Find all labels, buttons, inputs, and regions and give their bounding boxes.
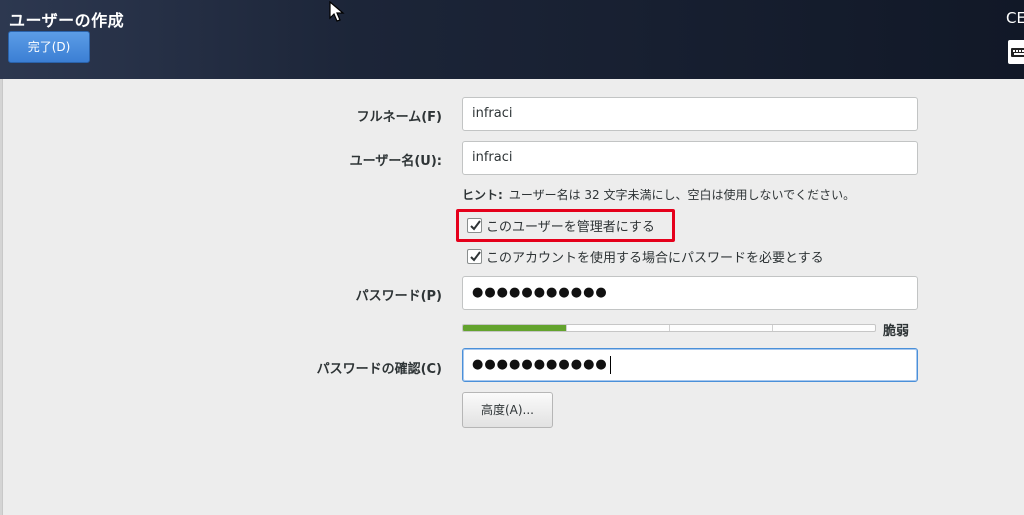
hint-text: ユーザー名は 32 文字未満にし、空白は使用しないでください。 [508, 188, 856, 202]
header-right-text: CE [1006, 9, 1024, 27]
username-input[interactable]: infraci [462, 141, 918, 175]
require-password-checkbox[interactable] [467, 248, 482, 264]
text-caret [609, 355, 611, 374]
advanced-button[interactable]: 高度(A)... [462, 392, 553, 428]
username-value: infraci [472, 150, 513, 165]
checkmark-icon [470, 250, 481, 262]
require-password-checkbox-label: このアカウントを使用する場合にパスワードを必要とする [486, 250, 824, 266]
highlight-box [456, 209, 675, 242]
strength-divider [772, 325, 773, 331]
create-user-window: ユーザーの作成 完了(D) CE フルネーム(F) infraci ユーザー名(… [0, 0, 1024, 515]
strength-divider [669, 325, 670, 331]
confirm-password-value: ●●●●●●●●●●● [472, 357, 608, 372]
hint-label: ヒント: [462, 188, 503, 202]
confirm-password-input[interactable]: ●●●●●●●●●●● [462, 348, 918, 382]
fullname-value: infraci [472, 106, 513, 121]
header-bar: ユーザーの作成 完了(D) CE [0, 0, 1024, 79]
require-password-checkbox-row[interactable]: このアカウントを使用する場合にパスワードを必要とする [467, 246, 824, 266]
confirm-password-label: パスワードの確認(C) [316, 362, 442, 377]
password-strength-fill [463, 325, 566, 331]
left-edge [0, 79, 3, 515]
mouse-pointer-icon [329, 1, 345, 22]
fullname-label: フルネーム(F) [356, 110, 442, 125]
keyboard-icon[interactable] [1008, 40, 1024, 64]
strength-divider [566, 325, 567, 331]
password-strength-label: 脆弱 [883, 324, 910, 339]
done-button[interactable]: 完了(D) [8, 31, 90, 63]
username-label: ユーザー名(U): [349, 154, 442, 169]
password-value: ●●●●●●●●●●● [472, 285, 608, 300]
password-label: パスワード(P) [355, 289, 442, 304]
password-input[interactable]: ●●●●●●●●●●● [462, 276, 918, 310]
username-hint: ヒント: ユーザー名は 32 文字未満にし、空白は使用しないでください。 [462, 186, 855, 203]
fullname-input[interactable]: infraci [462, 97, 918, 131]
password-strength-bar [462, 324, 876, 332]
page-title: ユーザーの作成 [9, 11, 125, 30]
